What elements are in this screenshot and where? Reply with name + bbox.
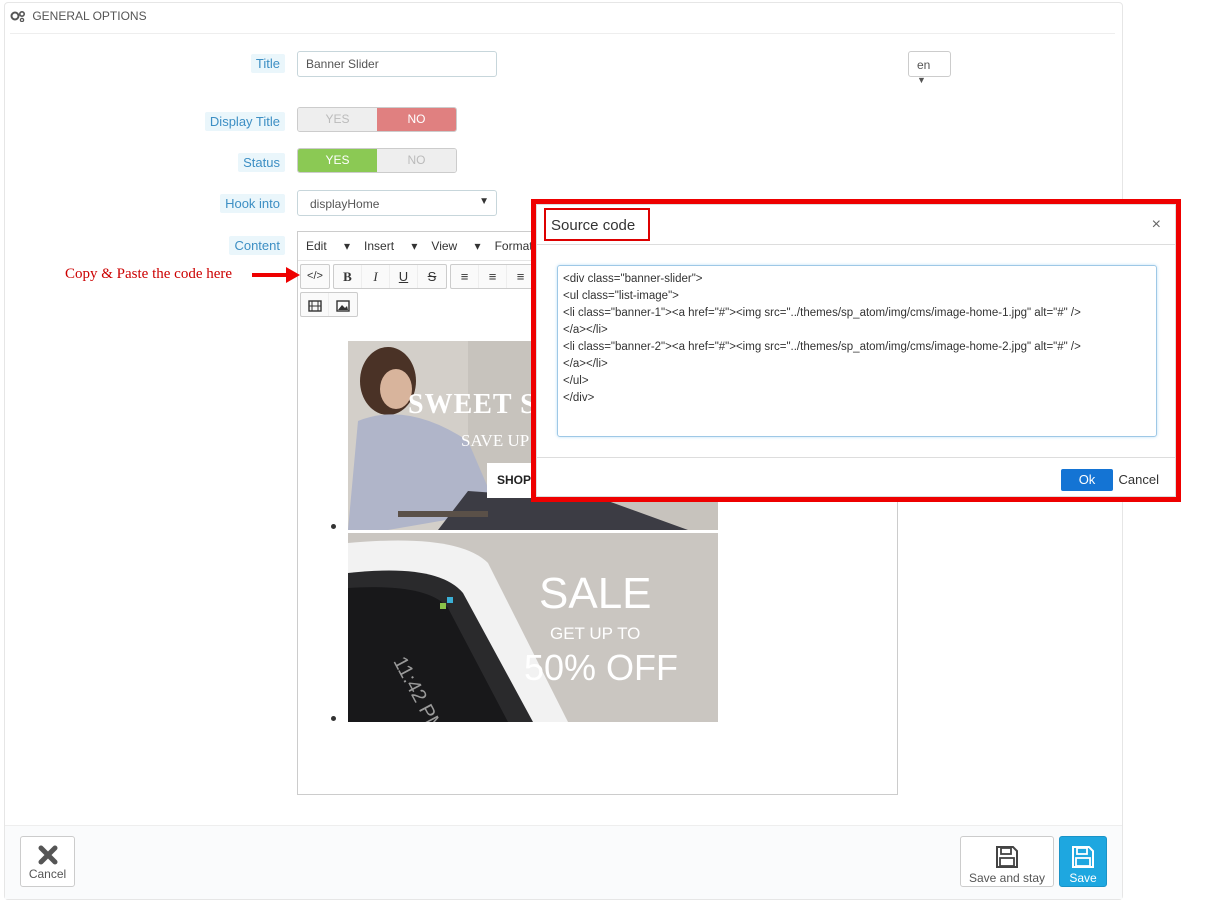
list-bullet [331, 716, 336, 721]
floppy-disk-icon [1072, 846, 1094, 868]
source-code-icon[interactable]: </> [301, 265, 329, 288]
dialog-cancel-button[interactable]: Cancel [1119, 472, 1159, 487]
strikethrough-icon[interactable]: S [418, 265, 446, 288]
panel-heading: General options [10, 8, 1115, 34]
banner-1-subtitle: SAVE UP [461, 431, 530, 450]
save-label: Save [1069, 871, 1097, 885]
display-title-yes[interactable]: YES [298, 108, 377, 131]
title-input[interactable] [297, 51, 497, 77]
close-icon [38, 845, 57, 865]
editor-toolbar: </> B I U S ≡ ≡ ≡ Pa [300, 264, 563, 320]
insert-video-icon[interactable] [301, 293, 329, 316]
ok-button[interactable]: Ok [1061, 469, 1113, 491]
floppy-disk-icon [996, 846, 1018, 868]
hook-label: Hook into [220, 194, 285, 213]
gears-icon [10, 10, 26, 22]
title-label: Title [250, 54, 285, 73]
status-no[interactable]: NO [377, 149, 456, 172]
red-arrow-icon [252, 267, 300, 283]
language-value: en [917, 58, 931, 72]
bold-icon[interactable]: B [334, 265, 362, 288]
banner-2-subtitle: GET UP TO [550, 624, 641, 643]
caret-down-icon: ▼ [917, 75, 926, 85]
content-label: Content [229, 236, 285, 255]
italic-icon[interactable]: I [362, 265, 390, 288]
hook-select[interactable]: displayHome ▼ [297, 190, 497, 216]
cancel-label: Cancel [28, 867, 67, 881]
status-switch[interactable]: YES NO [297, 148, 457, 173]
dialog-title: Source code [551, 217, 636, 234]
align-left-icon[interactable]: ≡ [451, 265, 479, 288]
save-button[interactable]: Save [1059, 836, 1107, 887]
source-code-dialog: Source code × <div class="banner-slider"… [536, 204, 1176, 497]
save-and-stay-button[interactable]: Save and stay [960, 836, 1054, 887]
dialog-header: Source code × [537, 205, 1175, 245]
panel-footer [5, 825, 1122, 899]
annotation-text: Copy & Paste the code here [65, 266, 233, 282]
insert-image-icon[interactable] [329, 293, 357, 316]
banner-2-offer: 50% OFF [524, 647, 679, 688]
underline-icon[interactable]: U [390, 265, 418, 288]
menu-view[interactable]: View ▾ [431, 239, 480, 253]
status-label: Status [238, 153, 285, 172]
dialog-footer: Ok Cancel [537, 457, 1175, 497]
banner-image-2: 11:42 PM SALE GET UP TO 50% OFF [348, 533, 718, 722]
display-title-switch[interactable]: YES NO [297, 107, 457, 132]
panel-title: General options [32, 8, 147, 23]
hook-value: displayHome [310, 197, 380, 211]
display-title-no[interactable]: NO [377, 108, 456, 131]
list-bullet [331, 524, 336, 529]
status-yes[interactable]: YES [298, 149, 377, 172]
source-code-textarea[interactable]: <div class="banner-slider"> <ul class="l… [557, 265, 1157, 437]
caret-down-icon: ▼ [479, 196, 489, 207]
close-icon[interactable]: × [1152, 216, 1161, 234]
display-title-label: Display Title [204, 112, 285, 131]
save-and-stay-label: Save and stay [968, 871, 1046, 885]
cancel-button[interactable]: Cancel [20, 836, 75, 887]
language-dropdown[interactable]: en ▼ [908, 51, 951, 85]
align-center-icon[interactable]: ≡ [479, 265, 507, 288]
menu-edit[interactable]: Edit ▾ [306, 239, 350, 253]
menu-insert[interactable]: Insert ▾ [364, 239, 417, 253]
banner-2-title: SALE [539, 569, 652, 618]
